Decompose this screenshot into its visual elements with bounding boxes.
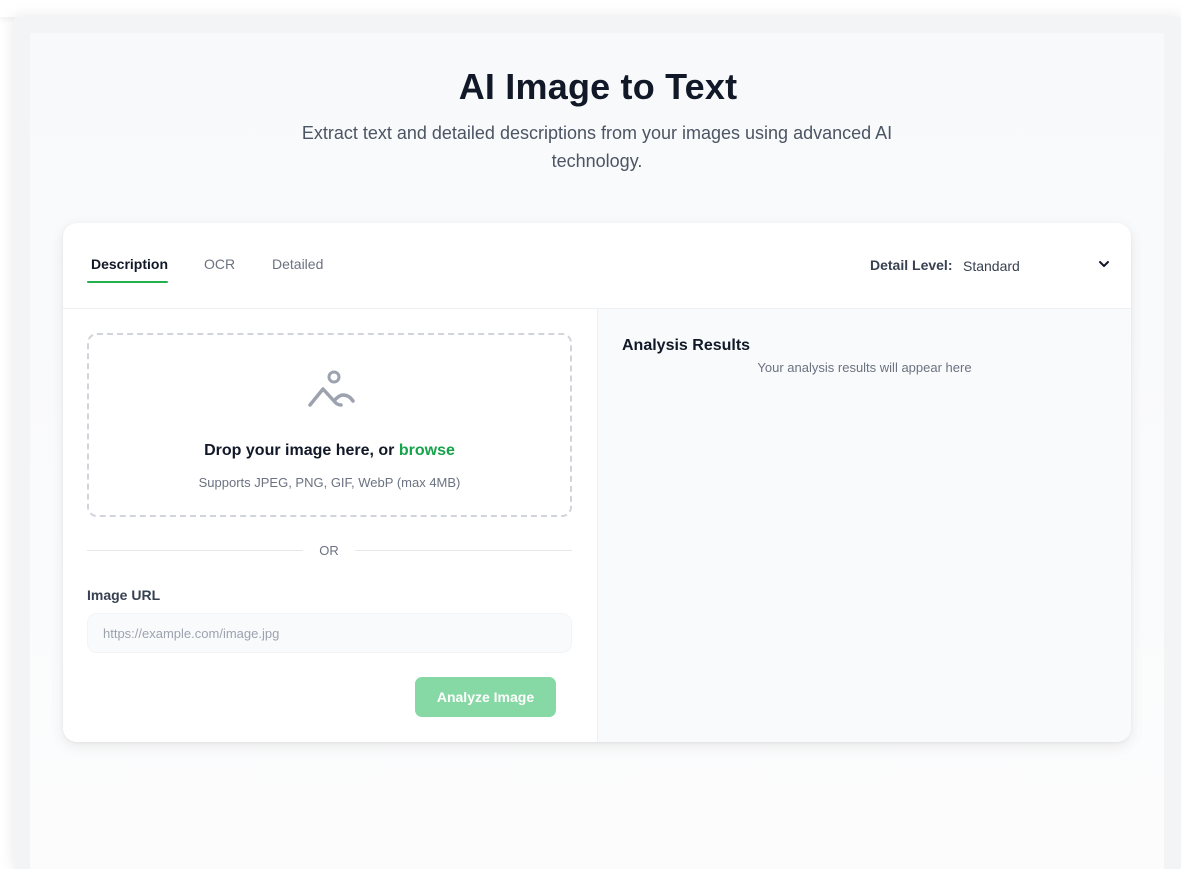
analyzer-card: Description OCR Detailed Detail Level: S… (63, 223, 1131, 742)
divider-line-right (355, 550, 572, 551)
results-panel: Analysis Results Your analysis results w… (597, 309, 1131, 742)
results-empty-message: Your analysis results will appear here (757, 360, 972, 375)
dropzone-title: Drop your image here, or browse (89, 442, 570, 460)
browse-link[interactable]: browse (399, 442, 455, 459)
chevron-down-icon (1099, 261, 1109, 267)
upload-panel: Drop your image here, or browse Supports… (63, 309, 597, 742)
results-title: Analysis Results (622, 337, 751, 354)
tab-description[interactable]: Description (91, 256, 168, 272)
divider-line-left (87, 550, 303, 551)
tab-detailed[interactable]: Detailed (272, 256, 323, 272)
top-bar (0, 0, 1181, 17)
analyze-image-button[interactable]: Analyze Image (415, 677, 556, 717)
detail-level-value: Standard (963, 258, 1020, 274)
image-icon (308, 370, 355, 407)
detail-level-label: Detail Level: (870, 257, 953, 273)
dropzone-title-text: Drop your image here, or (204, 442, 399, 459)
tab-ocr[interactable]: OCR (204, 256, 235, 272)
card-header: Description OCR Detailed Detail Level: S… (63, 223, 1131, 309)
image-dropzone[interactable]: Drop your image here, or browse Supports… (87, 333, 572, 517)
image-url-label: Image URL (87, 587, 161, 603)
active-tab-indicator (87, 281, 168, 283)
dropzone-hint: Supports JPEG, PNG, GIF, WebP (max 4MB) (198, 475, 461, 490)
page-subtitle: Extract text and detailed descriptions f… (301, 123, 893, 171)
image-url-input[interactable] (87, 613, 572, 653)
divider-or-text: OR (319, 543, 339, 558)
page-title: AI Image to Text (458, 66, 738, 107)
detail-level-select[interactable]: Standard (953, 249, 1113, 281)
